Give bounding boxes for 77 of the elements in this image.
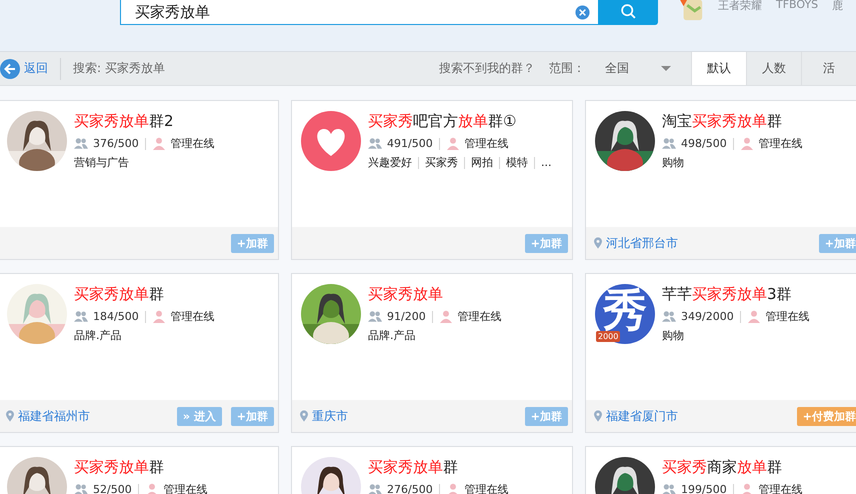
members-icon xyxy=(74,310,88,323)
group-tag: 购物 xyxy=(662,155,684,170)
admin-status: 管理在线 xyxy=(464,136,509,151)
members-icon xyxy=(368,310,382,323)
admin-status: 管理在线 xyxy=(766,309,810,324)
location-link[interactable]: 福建省厦门市 xyxy=(606,408,678,424)
admin-status: 管理在线 xyxy=(458,309,502,324)
group-tag: 营销与广告 xyxy=(74,155,129,170)
member-count: 91/200 xyxy=(387,310,426,323)
member-count: 498/500 xyxy=(681,137,727,150)
group-card[interactable]: 买家秀吧官方放单群① 491/500 管理在线 兴趣爱好 买家秀 网拍 模特 ... +加群 xyxy=(291,100,573,260)
sort-tab[interactable]: 默认 xyxy=(691,52,746,85)
group-tag: 买家秀 xyxy=(425,155,458,170)
back-link[interactable]: 返回 xyxy=(24,60,48,77)
location-pin-icon xyxy=(594,410,602,422)
clear-icon[interactable] xyxy=(575,4,590,20)
group-title[interactable]: 淘宝买家秀放单群 xyxy=(662,111,803,131)
member-count: 199/500 xyxy=(681,483,727,494)
group-card[interactable]: 淘宝买家秀放单群 498/500 管理在线 购物 河北省邢台市 +加群 xyxy=(585,100,856,260)
admin-status: 管理在线 xyxy=(758,136,803,151)
location-link[interactable]: 福建省福州市 xyxy=(18,408,90,424)
group-title[interactable]: 买家秀商家放单群 xyxy=(662,457,803,477)
members-icon xyxy=(662,137,676,150)
location-pin-icon xyxy=(300,410,308,422)
members-icon xyxy=(662,483,676,494)
members-icon xyxy=(368,483,382,494)
group-title[interactable]: 芊芊买家秀放单3群 xyxy=(662,284,810,304)
group-tag: ... xyxy=(541,156,552,169)
group-tag: 模特 xyxy=(506,155,528,170)
scope-label: 范围： xyxy=(549,60,585,77)
group-tag: 购物 xyxy=(662,328,684,343)
members-icon xyxy=(662,310,676,323)
person-icon xyxy=(152,137,166,150)
group-title[interactable]: 买家秀放单 xyxy=(368,284,502,304)
member-limit-badge: 2000 xyxy=(596,331,620,342)
person-icon xyxy=(746,310,761,323)
member-count: 52/500 xyxy=(93,483,132,494)
member-count: 349/2000 xyxy=(681,310,734,323)
group-title[interactable]: 买家秀放单群 xyxy=(74,457,208,477)
person-icon xyxy=(740,137,754,150)
members-icon xyxy=(368,137,382,150)
member-count: 376/500 xyxy=(93,137,139,150)
group-card[interactable]: 买家秀放单群 184/500 管理在线 品牌.产品 福建省福州市 » 进入 +加群 xyxy=(0,273,279,433)
admin-status: 管理在线 xyxy=(170,309,215,324)
group-title[interactable]: 买家秀放单群 xyxy=(74,284,215,304)
location-link[interactable]: 重庆市 xyxy=(312,408,348,424)
search-query-text: 搜索: 买家秀放单 xyxy=(73,60,165,77)
location-pin-icon xyxy=(6,410,14,422)
group-tag: 网拍 xyxy=(471,155,493,170)
caret-icon xyxy=(661,66,671,72)
member-count: 184/500 xyxy=(93,310,139,323)
group-title[interactable]: 买家秀放单群 xyxy=(368,457,509,477)
search-field[interactable]: 买家秀放单 xyxy=(120,0,598,25)
not-found-link[interactable]: 搜索不到我的群？ xyxy=(439,60,535,77)
group-tag: 品牌.产品 xyxy=(368,328,416,343)
location-pin-icon xyxy=(594,237,602,249)
group-card[interactable]: 买家秀放单群2 376/500 管理在线 营销与广告 +加群 xyxy=(0,100,279,260)
search-icon xyxy=(620,3,636,20)
map-icon[interactable] xyxy=(678,0,704,22)
sort-tab[interactable]: 活 xyxy=(801,52,856,85)
person-icon xyxy=(152,310,166,323)
group-tag: 兴趣爱好 xyxy=(368,155,412,170)
location-link[interactable]: 河北省邢台市 xyxy=(606,234,678,252)
members-icon xyxy=(74,137,88,150)
admin-status: 管理在线 xyxy=(170,136,215,151)
scope-dropdown[interactable]: 全国 xyxy=(605,60,671,77)
group-tag: 品牌.产品 xyxy=(74,328,122,343)
group-card[interactable]: 买家秀放单 91/200 管理在线 品牌.产品 重庆市 +加群 xyxy=(291,273,573,433)
person-icon xyxy=(446,137,460,150)
group-title[interactable]: 买家秀放单群2 xyxy=(74,111,215,131)
group-title[interactable]: 买家秀吧官方放单群① xyxy=(368,111,552,131)
group-card[interactable]: 秀 2000 芊芊买家秀放单3群 349/2000 管理在线 购物 福建省厦门市 +付费加群 xyxy=(585,273,856,433)
person-icon xyxy=(438,310,453,323)
sort-tab[interactable]: 人数 xyxy=(746,52,801,85)
member-count: 276/500 xyxy=(387,483,433,494)
members-icon xyxy=(74,483,88,494)
member-count: 491/500 xyxy=(387,137,433,150)
